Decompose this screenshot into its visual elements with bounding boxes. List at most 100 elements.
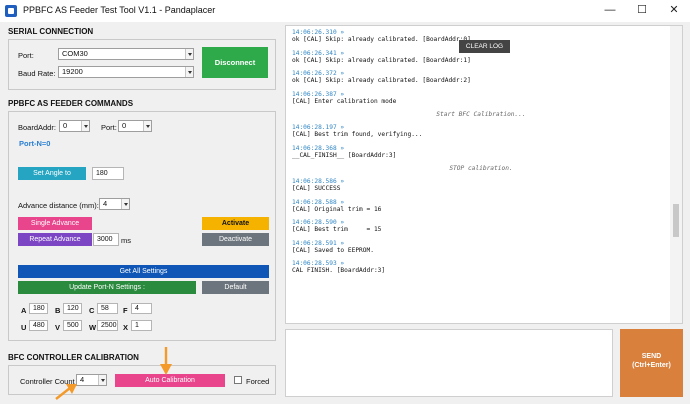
log-panel[interactable]: 14:06:26.310 » ok [CAL] Skip: already cal… xyxy=(285,25,683,324)
log-entry: 14:06:28.197 » [CAL] Best trim found, ver… xyxy=(292,124,670,138)
log-entry: 14:06:28.590 » [CAL] Best trim = 15 xyxy=(292,219,670,233)
log-timestamp: 14:06:28.591 » xyxy=(292,239,345,247)
forced-label: Forced xyxy=(246,377,270,386)
command-input[interactable] xyxy=(285,329,613,397)
chevron-down-icon xyxy=(98,375,106,385)
log-message: [CAL] Best trim found, verifying... xyxy=(292,131,423,138)
feeder-port-value: 0 xyxy=(122,121,127,130)
log-status-line: STOP calibration. xyxy=(449,165,513,172)
param-b-input[interactable]: 120 xyxy=(63,303,82,314)
feeder-section-title: PPBFC AS FEEDER COMMANDS xyxy=(8,99,134,108)
advance-distance-select[interactable]: 4 xyxy=(99,198,130,210)
get-all-settings-button[interactable]: Get All Settings xyxy=(18,265,269,278)
param-c-label: C xyxy=(89,306,95,315)
send-button[interactable]: SEND (Ctrl+Enter) xyxy=(620,329,683,397)
log-timestamp: 14:06:28.588 » xyxy=(292,198,345,206)
log-message: ok [CAL] Skip: already calibrated. [Boar… xyxy=(292,56,471,64)
log-message: __CAL_FINISH__ [BoardAddr:3] xyxy=(292,151,397,159)
board-addr-select[interactable]: 0 xyxy=(59,120,90,132)
update-port-n-button[interactable]: Update Port-N Settings : xyxy=(18,281,196,294)
chevron-down-icon xyxy=(121,199,129,209)
log-message: CAL FINISH. [BoardAddr:3] xyxy=(292,267,386,274)
param-w-input[interactable]: 2500 xyxy=(97,320,118,331)
baud-select[interactable]: 19200 xyxy=(58,66,194,78)
feeder-port-select[interactable]: 0 xyxy=(118,120,152,132)
chevron-down-icon xyxy=(185,67,193,77)
maximize-icon[interactable]: ☐ xyxy=(628,1,656,19)
repeat-advance-button[interactable]: Repeat Advance xyxy=(18,233,92,246)
param-u-input[interactable]: 480 xyxy=(29,320,48,331)
feeder-panel: BoardAddr: 0 Port: 0 Port-N=0 Set Angle … xyxy=(8,111,276,341)
minimize-icon[interactable]: — xyxy=(596,1,624,19)
log-timestamp: 14:06:26.387 » xyxy=(292,90,345,98)
port-select[interactable]: COM30 xyxy=(58,48,194,60)
chevron-down-icon xyxy=(81,121,89,131)
clear-log-button[interactable]: CLEAR LOG xyxy=(459,40,510,53)
repeat-interval-input[interactable]: 3000 xyxy=(93,233,119,246)
feeder-port-label: Port: xyxy=(101,123,117,132)
calibration-section-title: BFC CONTROLLER CALIBRATION xyxy=(8,353,139,362)
serial-section-title: SERIAL CONNECTION xyxy=(8,27,94,36)
board-addr-value: 0 xyxy=(63,121,68,130)
param-c-input[interactable]: 58 xyxy=(97,303,118,314)
log-scrollbar[interactable] xyxy=(670,26,682,323)
window-title: PPBFC AS Feeder Test Tool V1.1 - Pandapl… xyxy=(23,5,216,15)
log-scrollbar-thumb[interactable] xyxy=(673,204,679,237)
port-select-value: COM30 xyxy=(62,49,88,58)
send-button-shortcut: (Ctrl+Enter) xyxy=(632,362,671,369)
log-message: [CAL] Original trim = 16 xyxy=(292,205,382,213)
param-w-label: W xyxy=(89,323,97,332)
log-message: [CAL] SUCCESS xyxy=(292,185,341,192)
calibration-panel: Controller Count 4 Auto Calibration Forc… xyxy=(8,365,276,395)
log-entry: 14:06:26.387 » [CAL] Enter calibration mo… xyxy=(292,91,670,105)
annotation-arrow-down-icon xyxy=(160,347,172,375)
log-entry: 14:06:28.593 » CAL FINISH. [BoardAddr:3] xyxy=(292,260,670,274)
log-message: [CAL] Best trim = 15 xyxy=(292,226,382,233)
log-message: ok [CAL] Skip: already calibrated. [Boar… xyxy=(292,77,471,84)
log-timestamp: 14:06:28.590 » xyxy=(292,219,345,226)
param-b-label: B xyxy=(55,306,61,315)
log-message: [CAL] Enter calibration mode xyxy=(292,97,397,105)
log-timestamp: 14:06:26.372 » xyxy=(292,70,345,77)
controller-count-select[interactable]: 4 xyxy=(76,374,107,386)
controller-count-value: 4 xyxy=(80,375,85,384)
app-icon xyxy=(5,5,17,17)
log-entry: 14:06:26.372 » ok [CAL] Skip: already cal… xyxy=(292,70,670,84)
chevron-down-icon xyxy=(185,49,193,59)
disconnect-button[interactable]: Disconnect xyxy=(202,47,268,78)
log-entry: 14:06:28.588 » [CAL] Original trim = 16 xyxy=(292,199,670,213)
param-v-input[interactable]: 500 xyxy=(63,320,82,331)
log-status-line: Start BFC Calibration... xyxy=(436,111,526,118)
baud-label: Baud Rate: xyxy=(18,69,56,78)
advance-distance-label: Advance distance (mm): xyxy=(18,201,99,210)
chevron-down-icon xyxy=(143,121,151,131)
param-x-input[interactable]: 1 xyxy=(131,320,152,331)
baud-select-value: 19200 xyxy=(62,67,83,76)
set-angle-input[interactable]: 180 xyxy=(92,167,124,180)
close-icon[interactable]: ✕ xyxy=(660,1,688,19)
title-bar: PPBFC AS Feeder Test Tool V1.1 - Pandapl… xyxy=(0,0,690,22)
send-button-label: SEND xyxy=(641,353,662,360)
repeat-unit-label: ms xyxy=(121,236,131,245)
log-entry: 14:06:28.368 » __CAL_FINISH__ [BoardAddr:… xyxy=(292,145,670,159)
advance-distance-value: 4 xyxy=(103,199,108,208)
log-message: [CAL] Saved to EEPROM. xyxy=(292,246,374,254)
activate-button[interactable]: Activate xyxy=(202,217,269,230)
log-entry: 14:06:28.591 » [CAL] Saved to EEPROM. xyxy=(292,240,670,254)
single-advance-button[interactable]: Single Advance xyxy=(18,217,92,230)
port-n-status: Port-N=0 xyxy=(19,139,51,148)
deactivate-button[interactable]: Deactivate xyxy=(202,233,269,246)
param-a-input[interactable]: 180 xyxy=(29,303,48,314)
default-button[interactable]: Default xyxy=(202,281,269,294)
set-angle-button[interactable]: Set Angle to xyxy=(18,167,86,180)
param-f-label: F xyxy=(123,306,128,315)
log-entry: 14:06:28.586 » [CAL] SUCCESS xyxy=(292,178,670,192)
forced-checkbox[interactable] xyxy=(234,376,242,384)
board-addr-label: BoardAddr: xyxy=(18,123,56,132)
param-f-input[interactable]: 4 xyxy=(131,303,152,314)
log-timestamp: 14:06:28.586 » xyxy=(292,178,345,185)
log-timestamp: 14:06:28.368 » xyxy=(292,144,345,152)
param-x-label: X xyxy=(123,323,129,332)
annotation-arrow-diagonal-icon xyxy=(55,384,77,400)
param-u-label: U xyxy=(21,323,27,332)
